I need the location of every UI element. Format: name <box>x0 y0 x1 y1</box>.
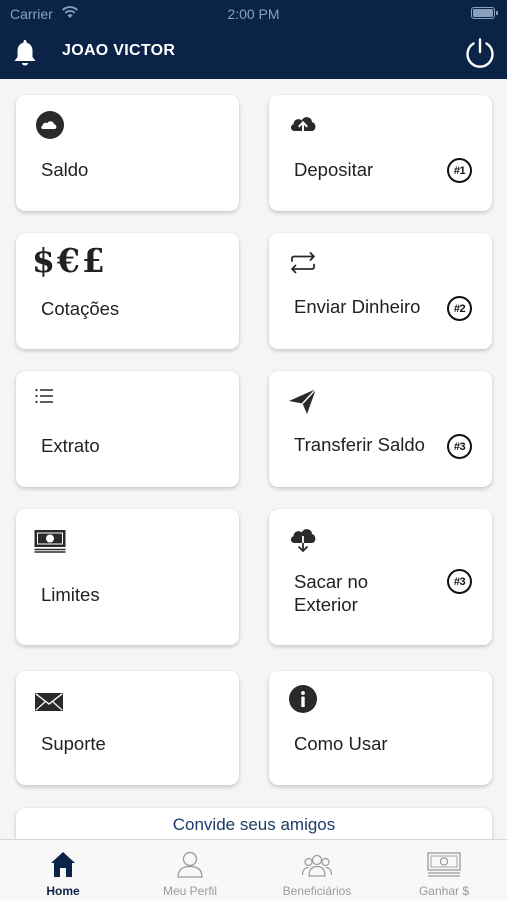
cloud-upload-icon <box>290 117 316 136</box>
card-sacar-exterior-label-line2: Exterior <box>294 594 358 615</box>
status-time: 2:00 PM <box>227 6 280 22</box>
card-cotacoes-label: Cotações <box>41 298 120 319</box>
user-name: JOAO VICTOR <box>62 42 176 59</box>
banknote-icon <box>34 530 66 553</box>
card-como-usar[interactable]: Como Usar <box>269 671 492 785</box>
card-saldo[interactable]: Saldo <box>16 95 239 211</box>
card-como-usar-label: Como Usar <box>294 733 388 754</box>
card-sacar-exterior-label: Sacar no Exterior <box>294 570 368 616</box>
card-saldo-label: Saldo <box>41 159 89 180</box>
card-depositar-label: Depositar <box>294 159 374 180</box>
tab-home[interactable]: Home <box>0 840 126 900</box>
envelope-icon <box>35 693 63 711</box>
card-enviar-dinheiro-label: Enviar Dinheiro <box>294 296 421 317</box>
step-badge: #3 <box>447 434 472 459</box>
step-badge: #2 <box>447 296 472 321</box>
step-badge: #3 <box>447 569 472 594</box>
tab-beneficiarios-label: Beneficiários <box>282 884 352 898</box>
card-limites[interactable]: Limites <box>16 509 239 645</box>
battery-icon <box>471 7 498 19</box>
repeat-icon <box>291 252 315 274</box>
invite-friends-label: Convide seus amigos <box>172 815 336 834</box>
tab-meu-perfil-label: Meu Perfil <box>162 884 218 898</box>
money-icon <box>427 852 461 877</box>
status-bar: Carrier 2:00 PM <box>0 0 507 28</box>
card-cotacoes[interactable]: $€£ Cotações <box>16 233 239 349</box>
paper-plane-icon <box>289 388 317 414</box>
cloud-download-icon <box>290 529 316 553</box>
card-sacar-exterior-label-line1: Sacar no <box>294 571 369 592</box>
bell-icon[interactable] <box>12 38 38 68</box>
tab-bar: Home Meu Perfil Beneficiários Ganhar $ <box>0 839 507 900</box>
power-icon[interactable] <box>463 36 497 70</box>
tab-home-label: Home <box>46 884 80 898</box>
cloud-circle-icon <box>36 111 64 139</box>
tab-ganhar[interactable]: Ganhar $ <box>381 840 507 900</box>
home-icon <box>51 852 75 877</box>
currency-icon: $€£ <box>32 241 107 280</box>
info-icon <box>289 685 317 713</box>
card-extrato[interactable]: Extrato <box>16 371 239 487</box>
card-enviar-dinheiro[interactable]: Enviar Dinheiro #2 <box>269 233 492 349</box>
card-transferir-saldo-label: Transferir Saldo <box>294 434 425 455</box>
tab-beneficiarios[interactable]: Beneficiários <box>254 840 380 900</box>
card-sacar-exterior[interactable]: Sacar no Exterior #3 <box>269 509 492 645</box>
card-extrato-label: Extrato <box>41 435 100 456</box>
step-badge: #1 <box>447 158 472 183</box>
people-icon <box>301 854 333 877</box>
card-transferir-saldo[interactable]: Transferir Saldo #3 <box>269 371 492 487</box>
menu-grid: Saldo Depositar #1 $€£ Cotações Enviar D… <box>0 79 507 839</box>
invite-friends-button[interactable]: Convide seus amigos <box>16 808 492 839</box>
app-header: Carrier 2:00 PM JOAO VICTOR <box>0 0 507 79</box>
card-depositar[interactable]: Depositar #1 <box>269 95 492 211</box>
list-icon <box>35 388 53 404</box>
profile-icon <box>177 851 203 878</box>
card-limites-label: Limites <box>41 584 100 605</box>
tab-ganhar-label: Ganhar $ <box>418 884 470 898</box>
card-suporte-label: Suporte <box>41 733 106 754</box>
card-suporte[interactable]: Suporte <box>16 671 239 785</box>
tab-meu-perfil[interactable]: Meu Perfil <box>127 840 253 900</box>
